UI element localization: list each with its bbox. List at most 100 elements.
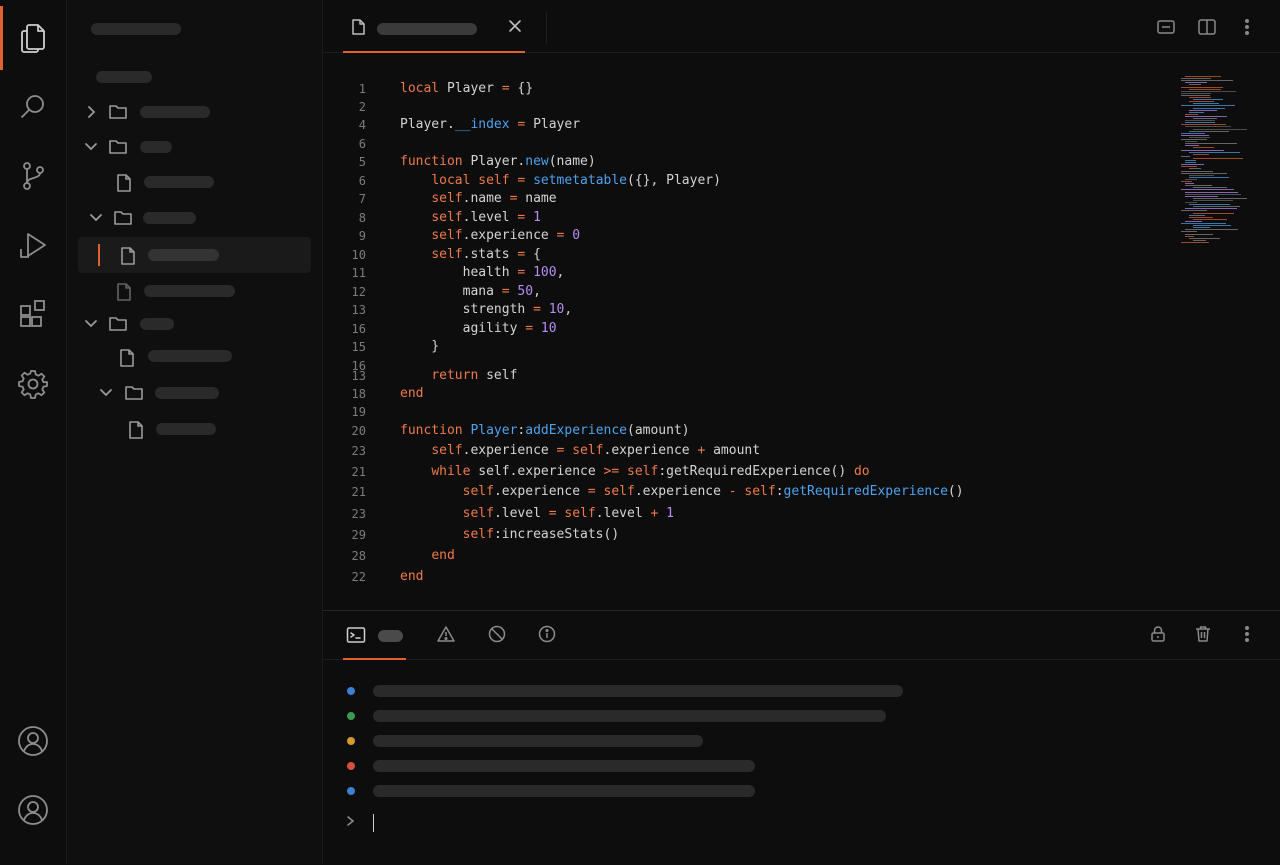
search-button[interactable] [15,89,51,125]
code-line[interactable]: 20 function Player:addExperience(amount) [323,421,1173,441]
code-token: agility [400,321,526,336]
code-line[interactable]: 13 return self [323,366,1173,386]
log-status-dot [347,712,355,720]
editor-area: 1 local Player = {} 2 4 Player.__index = Pla… [323,0,1280,610]
code-line[interactable]: 21 while self.experience >= self:getRequ… [323,462,1173,482]
code-line[interactable]: 6 [323,134,1173,154]
code-line[interactable]: 5 function Player.new(name) [323,152,1173,172]
minimap-line [1181,132,1206,134]
open-preview-icon[interactable] [1156,18,1176,36]
prompt-chevron-icon [345,812,357,830]
warning-icon[interactable] [436,625,456,643]
more-actions-icon[interactable] [1239,625,1255,643]
folder-icon [113,209,133,227]
code-line[interactable]: 9 self.experience = 0 [323,226,1173,246]
extensions-button[interactable] [15,296,51,332]
code-token: .experience [462,228,557,243]
split-editor-icon[interactable] [1197,18,1217,36]
code-token: ({}, Player) [627,173,721,188]
log-status-dot [347,762,355,770]
code-text: self.level = self.level + 1 [400,504,674,524]
code-token: Player [439,81,502,96]
account-button[interactable] [15,723,51,759]
close-icon[interactable] [507,18,523,34]
tree-folder[interactable] [67,200,322,236]
code-line[interactable]: 23 self.level = self.level + 1 [323,504,1173,524]
explorer-button[interactable] [15,20,51,56]
account-button-secondary[interactable] [15,792,51,828]
minimap-line [1181,90,1236,92]
code-line[interactable]: 15 } [323,337,1173,357]
tree-file[interactable] [67,411,322,447]
code-token: .experience [603,443,698,458]
code-text: health = 100, [400,263,565,283]
code-token: self [431,191,463,206]
tree-folder[interactable] [67,375,322,411]
terminal-icon[interactable] [346,626,366,644]
tree-folder[interactable] [67,306,322,342]
tree-file-selected[interactable] [67,237,322,273]
code-line[interactable]: 16 agility = 10 [323,319,1173,339]
workspace-label [96,71,152,83]
info-icon[interactable] [537,625,557,643]
code-line[interactable]: 23 self.experience = self.experience + a… [323,441,1173,461]
code-text: self.experience = self.experience + amou… [400,441,760,461]
code-line[interactable]: 2 [323,97,1173,117]
tree-file[interactable] [67,164,322,200]
code-line[interactable]: 18 end [323,384,1173,404]
code-line[interactable]: 10 self.stats = { [323,245,1173,265]
minimap-line [1189,168,1202,170]
minimap-line [1181,92,1212,94]
minimap-line [1193,128,1248,130]
code-line[interactable]: 28 end [323,546,1173,566]
minimap-line [1181,134,1209,136]
log-text [373,710,886,722]
code-line[interactable]: 1 local Player = {} [323,79,1173,99]
tree-folder[interactable] [67,94,322,130]
code-line[interactable]: 12 mana = 50, [323,282,1173,302]
tree-folder[interactable] [67,129,322,165]
trash-icon[interactable] [1194,625,1212,643]
code-token: 10 [548,302,565,317]
source-control-button[interactable] [15,158,51,194]
minimap-line [1181,223,1226,224]
code-line[interactable]: 6 local self = setmetatable({}, Player) [323,171,1173,191]
terminal-tab-label [378,630,403,642]
minimap-line [1181,189,1234,191]
terminal-input-cursor[interactable] [373,814,374,832]
settings-button[interactable] [15,366,51,402]
code-token: Player. [462,154,526,169]
more-actions-icon[interactable] [1239,18,1255,36]
bottom-panel [323,610,1280,865]
minimap-line [1181,149,1225,151]
code-line[interactable]: 8 self.level = 1 [323,208,1173,228]
tree-file[interactable] [67,339,322,375]
tree-file[interactable] [67,273,322,309]
code-line[interactable]: 13 strength = 10, [323,300,1173,320]
lock-icon[interactable] [1149,625,1167,643]
minimap-line [1193,153,1210,155]
code-token: do [853,464,870,479]
code-line[interactable]: 7 self.name = name [323,189,1173,209]
minimap-line [1189,97,1212,98]
run-debug-button[interactable] [15,227,51,263]
code-token: .level [462,210,518,225]
code-line[interactable]: 4 Player.__index = Player [323,115,1173,135]
code-line[interactable]: 11 health = 100, [323,263,1173,283]
code-line[interactable]: 19 [323,402,1173,422]
code-line[interactable]: 21 self.experience = self.experience - s… [323,482,1173,502]
code-token: self [462,527,494,542]
minimap-line [1181,166,1198,168]
code-text: } [400,337,439,357]
minimap-line [1185,120,1215,122]
code-line[interactable]: 29 self:increaseStats() [323,525,1173,545]
minimap[interactable] [1181,76,1251,246]
code-line[interactable]: 22 end [323,567,1173,587]
editor-tab-active[interactable] [343,0,525,53]
error-icon[interactable] [487,625,507,643]
minimap-line [1185,183,1195,185]
code-token: (name) [548,154,596,169]
